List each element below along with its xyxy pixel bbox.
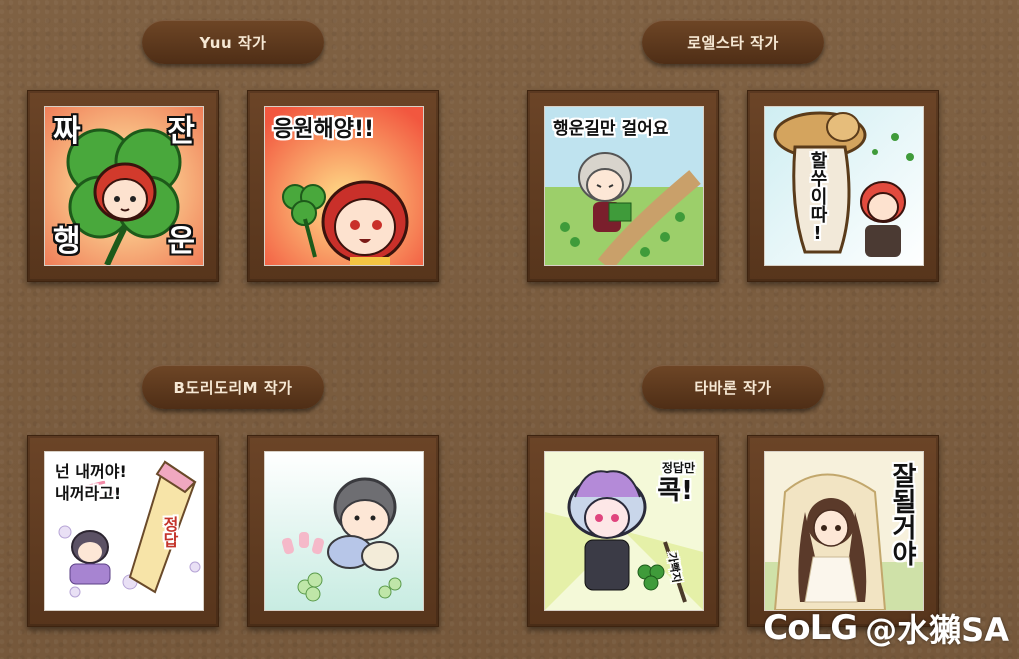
watermark-handle: @水獺SA [865, 611, 1009, 649]
watermark-logo: CoLG [763, 608, 858, 648]
sticker-caption-big: 콕! [657, 476, 693, 506]
sticker-caption-tag: 정답 [160, 516, 179, 548]
sticker-image-bdoridori-1: 넌 내꺼야! 내꺼라고! 정답 [44, 451, 204, 611]
sticker-caption: 잘될거야 [887, 462, 917, 566]
sticker-image-tabaron-2: 잘될거야 [764, 451, 924, 611]
sticker-frame-tabaron-1[interactable]: 정답만 콕! 가빡지 [527, 435, 719, 627]
sticker-image-yuu-1: 짜 잔 행 운 [44, 106, 204, 266]
sticker-caption: 정답만 [661, 461, 695, 475]
sticker-image-yuu-2: 응원해양!! [264, 106, 424, 266]
sticker-frame-bdoridori-1[interactable]: 넌 내꺼야! 내꺼라고! 정답 [27, 435, 219, 627]
group-label-bdoridori: B도리도리M 작가 [142, 365, 324, 409]
sticker-frame-roelstar-2[interactable]: 할쑤이따! [747, 90, 939, 282]
sticker-image-roelstar-1: 행운길만 걸어요 [544, 106, 704, 266]
group-label-yuu: Yuu 작가 [142, 20, 324, 64]
watermark: CoLG @水獺SA [763, 605, 1009, 651]
sticker-caption-tl: 짜 [53, 114, 81, 149]
sticker-image-tabaron-1: 정답만 콕! 가빡지 [544, 451, 704, 611]
sticker-caption-line2: 내꺼라고! [55, 484, 122, 503]
group-label-roelstar: 로엘스타 작가 [642, 20, 824, 64]
sticker-frame-tabaron-2[interactable]: 잘될거야 [747, 435, 939, 627]
sticker-image-bdoridori-2 [264, 451, 424, 611]
sticker-caption: 행운길만 걸어요 [553, 119, 669, 139]
sticker-frame-bdoridori-2[interactable] [247, 435, 439, 627]
sticker-caption-tr: 잔 [167, 114, 195, 149]
sticker-caption: 응원해양!! [273, 117, 375, 142]
sticker-caption-br: 운 [167, 224, 195, 259]
sticker-frame-yuu-1[interactable]: 짜 잔 행 운 [27, 90, 219, 282]
sticker-image-roelstar-2: 할쑤이따! [764, 106, 924, 266]
sticker-caption-bl: 행 [53, 224, 81, 259]
sticker-frame-yuu-2[interactable]: 응원해양!! [247, 90, 439, 282]
sticker-caption-line1: 넌 내꺼야! [55, 462, 127, 481]
group-label-tabaron: 타바론 작가 [642, 365, 824, 409]
sticker-frame-roelstar-1[interactable]: 행운길만 걸어요 [527, 90, 719, 282]
sticker-caption: 할쑤이따! [807, 151, 828, 244]
